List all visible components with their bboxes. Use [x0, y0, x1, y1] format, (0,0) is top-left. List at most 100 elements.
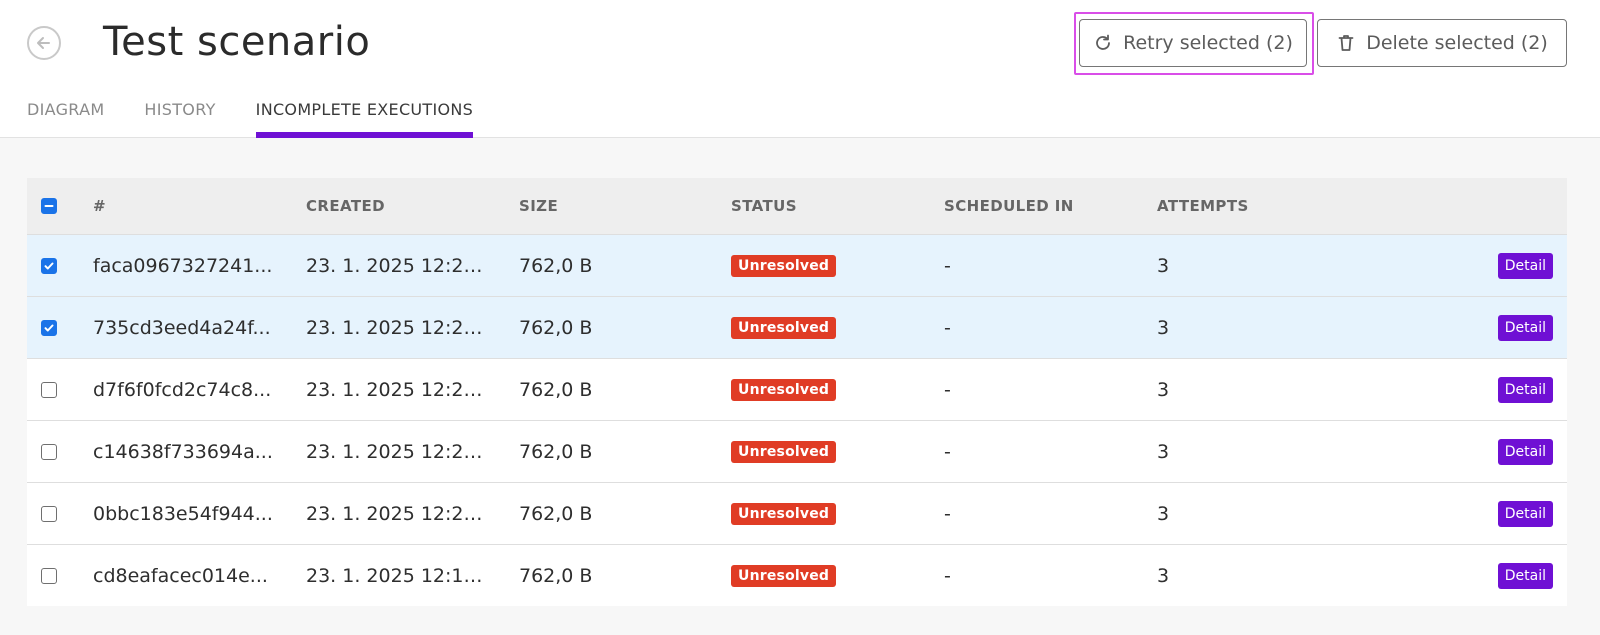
execution-id-text: d7f6f0fcd2c74c8...: [93, 379, 272, 401]
row-checkbox[interactable]: [41, 506, 57, 522]
status-cell: Unresolved: [731, 421, 837, 483]
tab-bar: DIAGRAM HISTORY INCOMPLETE EXECUTIONS: [27, 96, 474, 138]
status-cell: Unresolved: [731, 545, 837, 607]
created-date: 23. 1. 2025 12:20...: [306, 421, 488, 483]
status-badge: Unresolved: [731, 379, 837, 401]
size-value: 762,0 B: [519, 379, 593, 401]
status-cell: Unresolved: [731, 297, 837, 359]
detail-button[interactable]: Detail: [1497, 315, 1553, 341]
tab-history[interactable]: HISTORY: [144, 96, 215, 138]
back-button[interactable]: [27, 26, 61, 60]
table-row-6[interactable]: cd8eafacec014e... 23. 1. 2025 12:11:... …: [27, 544, 1567, 606]
detail-cell: Detail: [1497, 545, 1553, 607]
detail-cell: Detail: [1497, 421, 1553, 483]
size-value: 762,0 B: [519, 441, 593, 463]
created-date-text: 23. 1. 2025 12:20...: [306, 379, 488, 401]
detail-button[interactable]: Detail: [1497, 439, 1553, 465]
row-checkbox[interactable]: [41, 320, 57, 336]
execution-id: faca0967327241...: [93, 235, 277, 297]
detail-cell: Detail: [1497, 235, 1553, 297]
retry-selected-button[interactable]: Retry selected (2): [1079, 19, 1307, 67]
scheduled-in-value: -: [944, 255, 951, 277]
scheduled-in-value: -: [944, 441, 951, 463]
detail-button[interactable]: Detail: [1497, 501, 1553, 527]
detail-cell: Detail: [1497, 297, 1553, 359]
execution-id-text: faca0967327241...: [93, 255, 273, 277]
size-value: 762,0 B: [519, 565, 593, 587]
created-date: 23. 1. 2025 12:20...: [306, 483, 488, 545]
tab-incomplete-executions[interactable]: INCOMPLETE EXECUTIONS: [255, 96, 474, 138]
column-header-size[interactable]: SIZE: [519, 178, 558, 234]
row-select-cell: [41, 235, 57, 297]
execution-id: d7f6f0fcd2c74c8...: [93, 359, 277, 421]
created-date: 23. 1. 2025 12:20...: [306, 297, 488, 359]
column-header-status[interactable]: STATUS: [731, 178, 797, 234]
size-value: 762,0 B: [519, 503, 593, 525]
table-body: faca0967327241... 23. 1. 2025 12:20... 7…: [27, 234, 1567, 606]
retry-selected-label: Retry selected (2): [1123, 32, 1293, 54]
column-header-attempts[interactable]: ATTEMPTS: [1157, 178, 1249, 234]
attempts-value: 3: [1157, 565, 1170, 587]
row-select-cell: [41, 359, 57, 421]
row-checkbox[interactable]: [41, 444, 57, 460]
execution-id-text: cd8eafacec014e...: [93, 565, 268, 587]
attempts-value: 3: [1157, 317, 1170, 339]
detail-cell: Detail: [1497, 359, 1553, 421]
created-date-text: 23. 1. 2025 12:20...: [306, 503, 488, 525]
status-badge: Unresolved: [731, 317, 837, 339]
row-checkbox[interactable]: [41, 382, 57, 398]
size-value: 762,0 B: [519, 255, 593, 277]
execution-id: c14638f733694a...: [93, 421, 277, 483]
table-row-1[interactable]: faca0967327241... 23. 1. 2025 12:20... 7…: [27, 234, 1567, 296]
table-row-4[interactable]: c14638f733694a... 23. 1. 2025 12:20... 7…: [27, 420, 1567, 482]
detail-button[interactable]: Detail: [1497, 563, 1553, 589]
row-checkbox[interactable]: [41, 258, 57, 274]
execution-id: 0bbc183e54f944...: [93, 483, 277, 545]
minus-icon: [44, 205, 54, 207]
column-header-created[interactable]: CREATED: [306, 178, 488, 234]
detail-button[interactable]: Detail: [1497, 377, 1553, 403]
attempts-value: 3: [1157, 255, 1170, 277]
created-date-text: 23. 1. 2025 12:20...: [306, 255, 488, 277]
created-date-text: 23. 1. 2025 12:20...: [306, 317, 488, 339]
execution-id: 735cd3eed4a24f...: [93, 297, 277, 359]
status-badge: Unresolved: [731, 441, 837, 463]
execution-id: cd8eafacec014e...: [93, 545, 277, 607]
status-badge: Unresolved: [731, 255, 837, 277]
status-cell: Unresolved: [731, 235, 837, 297]
table-row-2[interactable]: 735cd3eed4a24f... 23. 1. 2025 12:20... 7…: [27, 296, 1567, 358]
detail-button[interactable]: Detail: [1497, 253, 1553, 279]
created-date: 23. 1. 2025 12:20...: [306, 235, 488, 297]
table-row-3[interactable]: d7f6f0fcd2c74c8... 23. 1. 2025 12:20... …: [27, 358, 1567, 420]
row-checkbox[interactable]: [41, 568, 57, 584]
row-select-cell: [41, 483, 57, 545]
tab-diagram[interactable]: DIAGRAM: [27, 96, 104, 138]
status-cell: Unresolved: [731, 359, 837, 421]
status-badge: Unresolved: [731, 503, 837, 525]
select-all-checkbox[interactable]: [41, 198, 57, 214]
delete-selected-label: Delete selected (2): [1366, 32, 1548, 54]
delete-selected-button[interactable]: Delete selected (2): [1317, 19, 1567, 67]
refresh-icon: [1096, 34, 1111, 50]
check-icon: [44, 262, 54, 270]
attempts-value: 3: [1157, 379, 1170, 401]
detail-cell: Detail: [1497, 483, 1553, 545]
attempts-value: 3: [1157, 503, 1170, 525]
scheduled-in-value: -: [944, 503, 951, 525]
check-icon: [44, 324, 54, 332]
execution-id-text: 735cd3eed4a24f...: [93, 317, 271, 339]
scheduled-in-value: -: [944, 379, 951, 401]
arrow-left-icon: [37, 37, 50, 49]
row-select-cell: [41, 421, 57, 483]
created-date: 23. 1. 2025 12:11:...: [306, 545, 488, 607]
execution-id-text: c14638f733694a...: [93, 441, 273, 463]
scheduled-in-value: -: [944, 565, 951, 587]
column-header-id[interactable]: #: [93, 178, 277, 234]
column-header-scheduled-in[interactable]: SCHEDULED IN: [944, 178, 1074, 234]
status-badge: Unresolved: [731, 565, 837, 587]
execution-id-text: 0bbc183e54f944...: [93, 503, 273, 525]
scheduled-in-value: -: [944, 317, 951, 339]
created-date-text: 23. 1. 2025 12:20...: [306, 441, 488, 463]
table-row-5[interactable]: 0bbc183e54f944... 23. 1. 2025 12:20... 7…: [27, 482, 1567, 544]
created-date: 23. 1. 2025 12:20...: [306, 359, 488, 421]
